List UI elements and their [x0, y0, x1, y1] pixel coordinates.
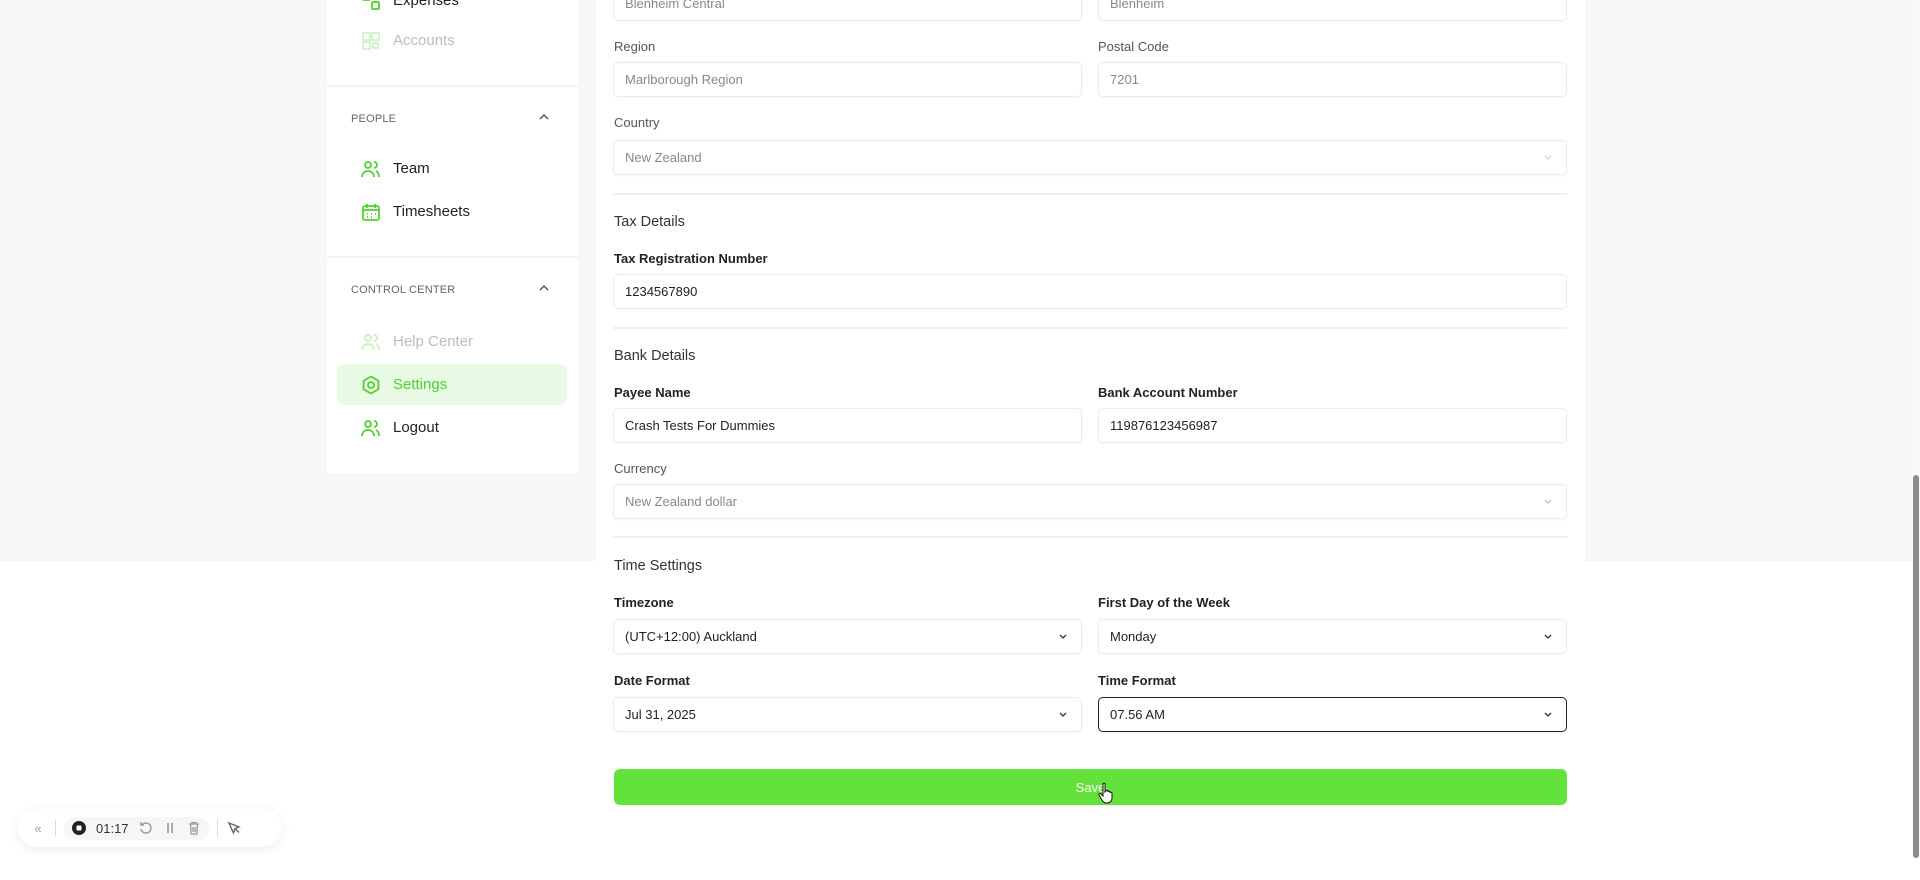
sidebar-item-accounts[interactable]: Accounts [337, 20, 567, 61]
sidebar-item-label: Timesheets [393, 203, 470, 220]
bank-details-heading: Bank Details [614, 348, 696, 364]
field-value: 119876123456987 [1110, 418, 1218, 433]
sidebar-item-team[interactable]: Team [337, 148, 567, 189]
sidebar-item-label: Help Center [393, 333, 474, 350]
postal-code-label: Postal Code [1098, 39, 1169, 54]
chevron-down-icon [1059, 634, 1067, 639]
date-format-label: Date Format [614, 673, 690, 688]
field-value: (UTC+12:00) Auckland [625, 629, 757, 644]
field-value: Blenheim Central [625, 0, 725, 11]
divider [216, 820, 218, 836]
pointer-icon[interactable] [226, 820, 242, 836]
field-value: 1234567890 [625, 284, 698, 299]
sidebar-item-expenses[interactable]: Expenses [337, 0, 567, 21]
pause-icon[interactable] [163, 821, 177, 835]
bank-account-input[interactable]: 119876123456987 [1098, 408, 1567, 443]
divider [613, 327, 1567, 329]
country-select[interactable]: New Zealand [613, 140, 1567, 175]
settings-gear-icon [362, 374, 380, 395]
sidebar-item-label: Settings [393, 376, 448, 393]
chevron-up-icon[interactable] [537, 281, 551, 295]
timezone-select[interactable]: (UTC+12:00) Auckland [613, 619, 1082, 654]
currency-label: Currency [614, 461, 667, 476]
chevron-down-icon [1059, 712, 1067, 717]
calendar-icon [362, 203, 380, 221]
field-value: New Zealand dollar [625, 494, 738, 509]
chevron-down-icon [1544, 155, 1552, 160]
city-input[interactable]: Blenheim [1098, 0, 1567, 21]
chevron-down-icon [1544, 712, 1552, 717]
chevron-down-icon [1544, 634, 1552, 639]
payee-name-label: Payee Name [614, 385, 691, 400]
bank-account-label: Bank Account Number [1098, 385, 1238, 400]
sidebar-item-label: Accounts [393, 32, 455, 49]
collapse-icon[interactable]: « [29, 819, 47, 837]
divider [327, 256, 578, 258]
sidebar-item-label: Expenses [393, 0, 459, 9]
recording-controls: 01:17 [64, 816, 209, 840]
field-value: 7201 [1110, 72, 1139, 87]
first-day-select[interactable]: Monday [1098, 619, 1567, 654]
tax-registration-label: Tax Registration Number [614, 251, 768, 266]
field-value: Monday [1110, 629, 1157, 644]
currency-select[interactable]: New Zealand dollar [613, 484, 1567, 519]
chevron-up-icon[interactable] [537, 110, 551, 124]
restart-icon[interactable] [139, 821, 153, 835]
logout-icon [361, 419, 380, 436]
tax-registration-input[interactable]: 1234567890 [613, 274, 1567, 309]
stop-record-icon[interactable] [72, 821, 86, 835]
country-label: Country [614, 115, 660, 130]
payee-name-input[interactable]: Crash Tests For Dummies [613, 408, 1082, 443]
save-button[interactable]: Save [614, 769, 1567, 805]
sidebar: Expenses Accounts PEOPLE Team Timesheets… [327, 0, 578, 473]
field-value: New Zealand [625, 150, 702, 165]
divider [327, 85, 578, 87]
recording-time: 01:17 [96, 820, 129, 836]
field-value: Crash Tests For Dummies [625, 418, 776, 433]
hand-cursor-icon [1098, 782, 1113, 804]
divider [613, 193, 1567, 195]
team-icon [361, 160, 380, 177]
field-value: Marlborough Region [625, 72, 743, 87]
field-value: 07.56 AM [1110, 707, 1165, 722]
date-format-select[interactable]: Jul 31, 2025 [613, 697, 1082, 732]
region-label: Region [614, 39, 656, 54]
sidebar-item-settings[interactable]: Settings [337, 364, 567, 405]
postal-code-input[interactable]: 7201 [1098, 62, 1567, 97]
expenses-icon [362, 0, 380, 10]
time-format-select[interactable]: 07.56 AM [1098, 697, 1567, 732]
accounts-icon [362, 31, 380, 50]
section-title-control-center: CONTROL CENTER [351, 284, 456, 296]
field-value: Jul 31, 2025 [625, 707, 696, 722]
sidebar-item-timesheets[interactable]: Timesheets [337, 191, 567, 232]
chevron-down-icon [1544, 499, 1552, 504]
help-center-icon [361, 333, 380, 350]
timezone-label: Timezone [614, 595, 674, 610]
suburb-input[interactable]: Blenheim Central [613, 0, 1082, 21]
sidebar-item-help-center[interactable]: Help Center [337, 321, 567, 362]
tax-details-heading: Tax Details [614, 214, 685, 230]
sidebar-item-label: Logout [393, 419, 439, 436]
section-title-people: PEOPLE [351, 113, 397, 125]
recorder-toolbar: « 01:17 [17, 809, 282, 847]
sidebar-item-label: Team [393, 160, 430, 177]
first-day-label: First Day of the Week [1098, 595, 1230, 610]
field-value: Blenheim [1110, 0, 1165, 11]
trash-icon[interactable] [187, 821, 201, 835]
time-format-label: Time Format [1098, 673, 1176, 688]
sidebar-item-logout[interactable]: Logout [337, 407, 567, 448]
scrollbar-thumb[interactable] [1913, 475, 1919, 858]
scrollbar[interactable] [1912, 0, 1920, 858]
divider [55, 820, 56, 836]
time-settings-heading: Time Settings [614, 558, 703, 574]
divider [613, 536, 1567, 538]
region-input[interactable]: Marlborough Region [613, 62, 1082, 97]
